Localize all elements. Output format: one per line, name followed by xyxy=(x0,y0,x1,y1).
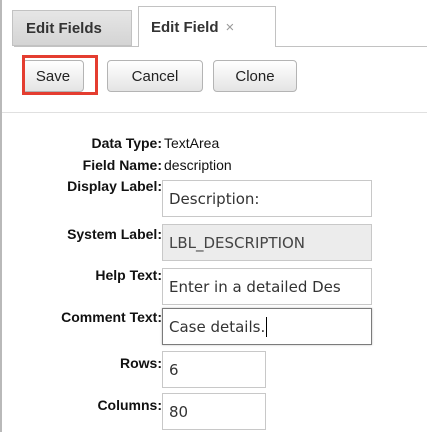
columns-label: Columns: xyxy=(97,397,162,413)
help-text-input-value: Enter in a detailed Des xyxy=(169,277,341,296)
tab-edit-field-label: Edit Field xyxy=(151,18,219,36)
rows-input-value: 6 xyxy=(169,360,179,379)
field-name-label: Field Name: xyxy=(82,157,162,173)
comment-text-input[interactable]: Case details. xyxy=(162,308,372,345)
display-label-input[interactable]: Description: xyxy=(162,180,372,217)
tab-edit-field[interactable]: Edit Field × xyxy=(138,6,276,47)
help-text-input[interactable]: Enter in a detailed Des xyxy=(162,268,372,305)
columns-input[interactable]: 80 xyxy=(162,393,266,430)
data-type-label: Data Type: xyxy=(91,135,162,151)
toolbar: Save Cancel Clone xyxy=(10,52,427,98)
rows-label: Rows: xyxy=(120,355,162,371)
tab-edit-fields[interactable]: Edit Fields xyxy=(12,10,132,46)
system-label-input: LBL_DESCRIPTION xyxy=(162,224,372,261)
rows-input[interactable]: 6 xyxy=(162,351,266,388)
cancel-button[interactable]: Cancel xyxy=(107,60,203,92)
columns-input-value: 80 xyxy=(169,402,189,421)
system-label-input-value: LBL_DESCRIPTION xyxy=(169,233,306,252)
system-label-label: System Label: xyxy=(67,226,162,242)
panel-left-border xyxy=(0,0,2,432)
text-caret xyxy=(266,316,268,337)
display-label-label: Display Label: xyxy=(67,178,162,194)
comment-text-input-value: Case details. xyxy=(169,317,266,336)
data-type-value: TextArea xyxy=(164,135,220,151)
close-icon[interactable]: × xyxy=(226,19,235,36)
tab-strip: Edit Fields Edit Field × xyxy=(2,0,427,47)
save-button[interactable]: Save xyxy=(22,60,84,92)
help-text-label: Help Text: xyxy=(95,267,162,283)
field-name-value: description xyxy=(164,157,232,173)
clone-button[interactable]: Clone xyxy=(213,60,297,92)
display-label-input-value: Description: xyxy=(169,189,260,208)
edit-field-panel: Edit Fields Edit Field × Save Cancel Clo… xyxy=(0,0,427,432)
toolbar-divider xyxy=(2,112,427,113)
comment-text-label: Comment Text: xyxy=(61,309,162,325)
tab-edit-fields-label: Edit Fields xyxy=(26,19,102,37)
